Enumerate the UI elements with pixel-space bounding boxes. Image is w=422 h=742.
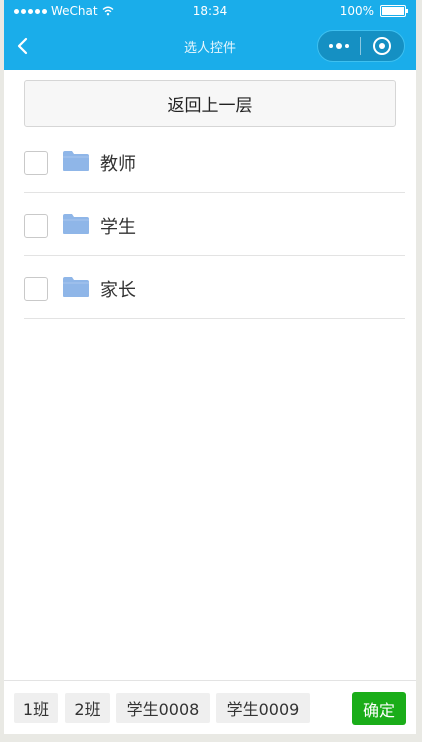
folder-icon [63,214,89,234]
folder-icon [63,151,89,171]
more-icon[interactable] [318,43,360,49]
nav-bar: 选人控件 [4,24,416,70]
confirm-button[interactable]: 确定 [352,692,406,725]
checkbox[interactable] [24,214,48,238]
status-bar: WeChat 18:34 100% [4,0,416,24]
checkbox[interactable] [24,151,48,175]
selected-chip[interactable]: 1班 [14,693,58,723]
list-item[interactable]: 教师 [24,130,405,193]
folder-list: 教师 学生 家长 [24,130,405,319]
battery-percent: 100% [339,4,374,18]
item-label: 学生 [100,217,136,238]
folder-icon [63,277,89,297]
list-item[interactable]: 家长 [24,256,405,319]
item-label: 家长 [100,280,136,301]
selected-chip[interactable]: 2班 [65,693,110,723]
selection-footer: 1班 2班 学生0008 学生0009 确定 [4,680,416,734]
checkbox[interactable] [24,277,48,301]
selected-chip[interactable]: 学生0009 [216,693,310,723]
phone-screen: WeChat 18:34 100% 选人控件 返回上一层 教师 学生 家长 1班… [4,0,416,734]
mini-program-capsule [317,30,405,62]
close-target-icon[interactable] [361,37,403,55]
return-up-button[interactable]: 返回上一层 [24,80,396,127]
list-item[interactable]: 学生 [24,193,405,256]
selected-chip[interactable]: 学生0008 [116,693,210,723]
battery-icon [380,5,408,17]
status-right: 100% [339,4,408,18]
item-label: 教师 [100,154,136,175]
